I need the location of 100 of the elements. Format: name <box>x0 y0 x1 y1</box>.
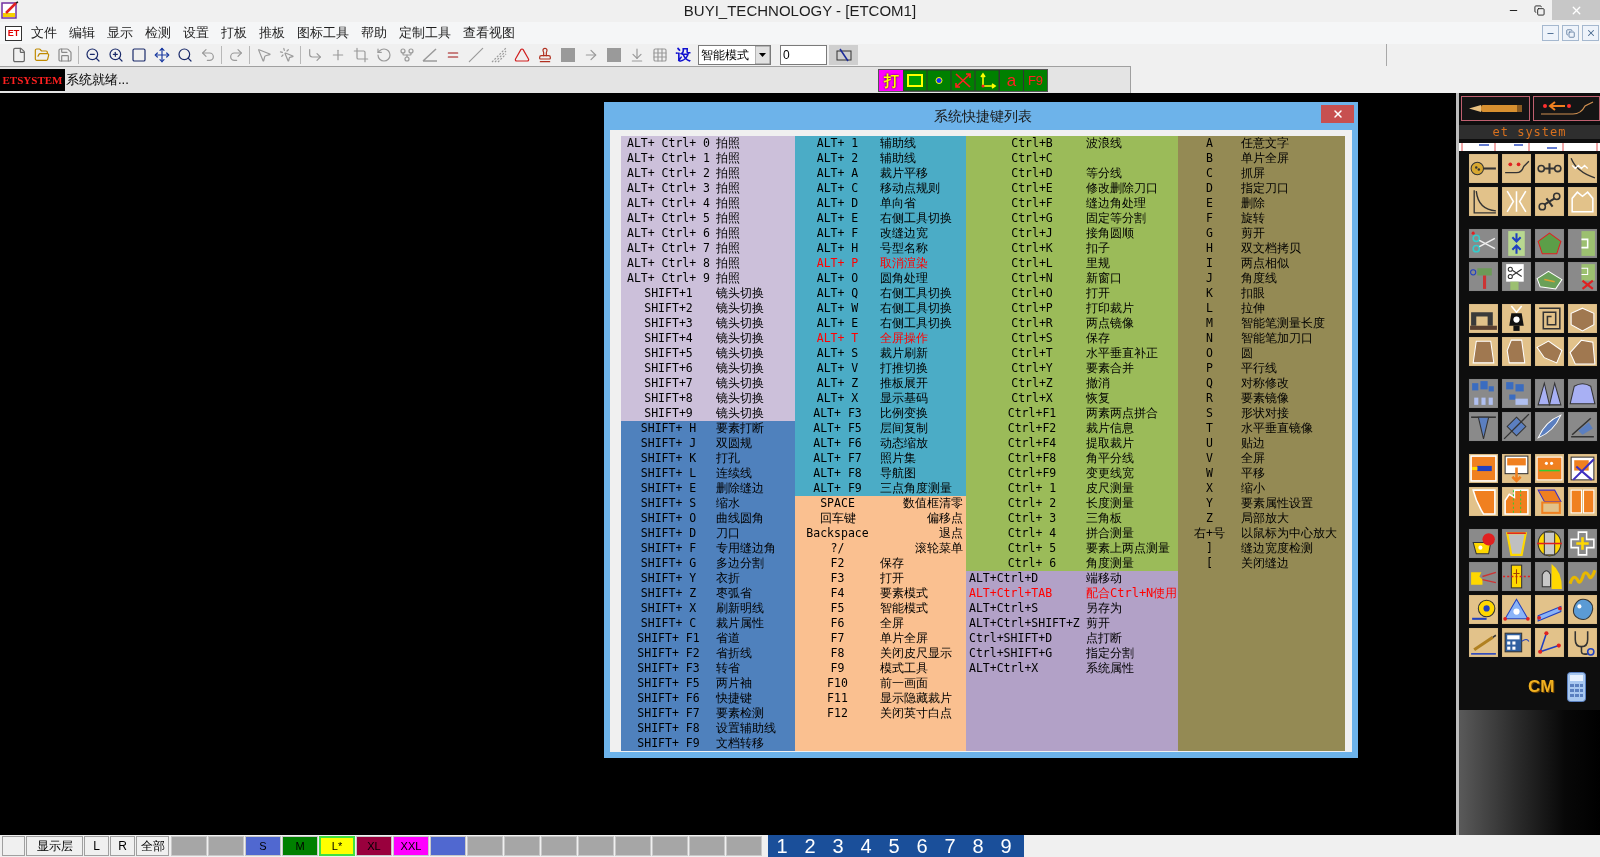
menu-item[interactable]: 定制工具 <box>393 23 457 43</box>
fold-icon[interactable] <box>1534 261 1565 292</box>
menu-item[interactable]: 打板 <box>215 23 253 43</box>
size-button[interactable]: S <box>245 836 281 856</box>
trapezoid-icon[interactable] <box>1501 528 1532 559</box>
move-icon[interactable] <box>153 47 170 63</box>
dart-icon[interactable] <box>1468 411 1499 442</box>
crossed-panel-icon[interactable] <box>1567 453 1598 484</box>
lens-icon[interactable] <box>1534 411 1565 442</box>
scissors-icon[interactable] <box>1501 261 1532 292</box>
pen-icon[interactable] <box>1468 627 1499 658</box>
point-icon[interactable] <box>927 69 951 91</box>
layer-number[interactable]: 7 <box>936 835 964 857</box>
piece-icon[interactable] <box>1567 336 1598 367</box>
document-badge[interactable]: ET <box>5 25 22 41</box>
menu-item[interactable]: 检测 <box>139 23 177 43</box>
zigzag-curve-icon[interactable] <box>1567 153 1598 184</box>
dotted-curve-icon[interactable] <box>1501 153 1532 184</box>
mode-select[interactable]: 智能模式 <box>698 45 771 65</box>
piece-icon[interactable] <box>1501 486 1532 517</box>
layer-number[interactable]: 5 <box>880 835 908 857</box>
close-button[interactable] <box>1321 105 1354 123</box>
menu-item[interactable]: 设置 <box>177 23 215 43</box>
piece-icon[interactable] <box>1501 336 1532 367</box>
trapezoid-icon[interactable] <box>1468 336 1499 367</box>
delete-notch-icon[interactable] <box>1567 261 1598 292</box>
save-icon[interactable] <box>56 47 73 63</box>
stone-icon[interactable] <box>1534 561 1565 592</box>
layer-number[interactable]: 4 <box>852 835 880 857</box>
line-button[interactable] <box>829 45 858 65</box>
swatch-icon[interactable] <box>430 836 466 856</box>
up-down-arrows-icon[interactable] <box>1501 228 1532 259</box>
spiral-icon[interactable] <box>1534 303 1565 334</box>
button-icon[interactable] <box>1468 153 1499 184</box>
notepad-pencil-icon[interactable] <box>1 1 19 19</box>
size-button[interactable]: XXL <box>393 836 429 856</box>
menu-item[interactable]: 编辑 <box>63 23 101 43</box>
lamp-icon[interactable] <box>1501 303 1532 334</box>
tag-icon[interactable] <box>1501 561 1532 592</box>
zoom-icon[interactable] <box>176 47 193 63</box>
toggle-button[interactable]: 显示层 <box>26 836 83 856</box>
open-folder-icon[interactable] <box>33 47 50 63</box>
close-button[interactable] <box>1582 25 1599 41</box>
settings-button[interactable]: 设 <box>671 45 695 65</box>
curve-icon[interactable] <box>1468 186 1499 217</box>
layer-number[interactable]: 1 <box>768 835 796 857</box>
blocks-icon[interactable] <box>1468 378 1499 409</box>
toggle-button[interactable]: R <box>110 836 135 856</box>
measure-icon[interactable] <box>1534 528 1565 559</box>
zoom-out-icon[interactable] <box>84 47 101 63</box>
square-icon[interactable] <box>130 47 147 63</box>
size-button[interactable]: L* <box>319 836 355 856</box>
wedge-icon[interactable] <box>1567 411 1598 442</box>
split-panel-icon[interactable] <box>1567 486 1598 517</box>
value-field[interactable]: 0 <box>780 45 827 65</box>
blob-icon[interactable] <box>1567 594 1598 625</box>
calculator-icon[interactable] <box>1567 672 1587 702</box>
toggle-button[interactable]: L <box>84 836 109 856</box>
caret-icon[interactable] <box>755 46 770 64</box>
mound-icon[interactable] <box>1567 378 1598 409</box>
ruler-icon[interactable] <box>1534 594 1565 625</box>
compass-icon[interactable] <box>1534 186 1565 217</box>
menu-item[interactable]: 图标工具 <box>291 23 355 43</box>
scissors-icon[interactable] <box>1468 228 1499 259</box>
pencil-icon[interactable] <box>1461 96 1530 121</box>
piece-icon[interactable] <box>1468 486 1499 517</box>
layer-number[interactable]: 2 <box>796 835 824 857</box>
zoom-in-icon[interactable] <box>107 47 124 63</box>
fold-panel-icon[interactable] <box>1534 486 1565 517</box>
menu-item[interactable]: 查看视图 <box>457 23 521 43</box>
notch-icon[interactable] <box>1567 228 1598 259</box>
menu-item[interactable]: 帮助 <box>355 23 393 43</box>
compass-icon[interactable] <box>1534 153 1565 184</box>
pleat-icon[interactable] <box>1501 186 1532 217</box>
sewing-machine-icon[interactable] <box>1468 303 1499 334</box>
calculator-icon[interactable] <box>1501 627 1532 658</box>
piece-icon[interactable] <box>1534 336 1565 367</box>
unit-button[interactable]: CM <box>1528 677 1555 697</box>
blocks-icon[interactable] <box>1501 378 1532 409</box>
loops-icon[interactable] <box>1567 561 1598 592</box>
menu-item[interactable]: 文件 <box>25 23 63 43</box>
layer-number[interactable]: 6 <box>908 835 936 857</box>
arrow-curve-icon[interactable] <box>1533 96 1600 121</box>
layer-number[interactable]: 9 <box>992 835 1020 857</box>
size-button[interactable]: M <box>282 836 318 856</box>
dart-icon[interactable] <box>1534 378 1565 409</box>
new-file-icon[interactable] <box>10 47 27 63</box>
angle-icon[interactable] <box>1534 627 1565 658</box>
toggle-button[interactable]: 全部 <box>136 836 169 856</box>
stethoscope-icon[interactable] <box>1567 627 1598 658</box>
plus-icon[interactable] <box>1567 528 1598 559</box>
pattern-piece-icon[interactable] <box>1567 186 1598 217</box>
tape-measure-icon[interactable] <box>1468 594 1499 625</box>
restore-icon[interactable] <box>1533 4 1545 16</box>
layer-number[interactable]: 3 <box>824 835 852 857</box>
panel-icon[interactable] <box>1534 453 1565 484</box>
layer-number[interactable]: 8 <box>964 835 992 857</box>
brush-icon[interactable] <box>1468 453 1499 484</box>
bowl-icon[interactable] <box>1468 528 1499 559</box>
axes-icon[interactable] <box>975 69 999 91</box>
